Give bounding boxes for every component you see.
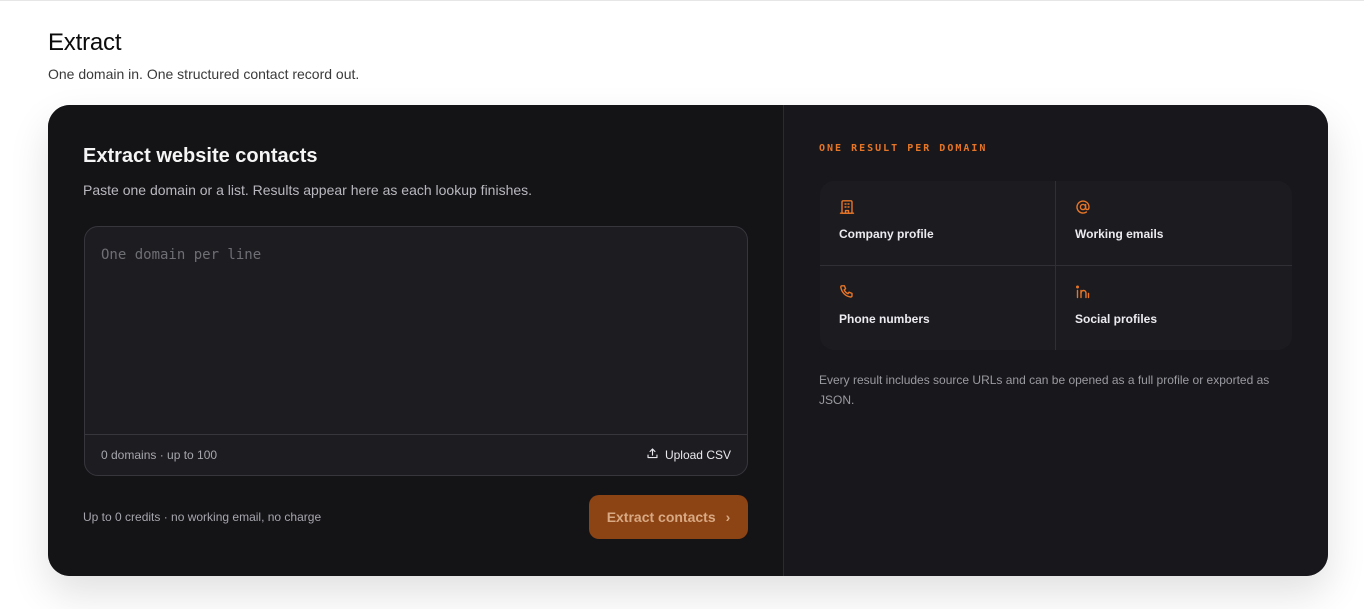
feature-label: Working emails	[1075, 227, 1164, 241]
page-title: Extract	[48, 29, 122, 56]
linkedin-icon	[1075, 284, 1091, 300]
info-panel-kicker: ONE RESULT PER DOMAIN	[819, 143, 988, 154]
page-subtitle: One domain in. One structured contact re…	[48, 66, 360, 82]
extract-contacts-label: Extract contacts	[606, 509, 716, 525]
page-header: Extract One domain in. One structured co…	[48, 29, 359, 82]
extract-card: Extract website contacts Paste one domai…	[48, 105, 1328, 576]
feature-working-emails: Working emails	[1056, 181, 1292, 266]
feature-label: Social profiles	[1075, 311, 1158, 326]
at-sign-icon	[1075, 199, 1091, 215]
domain-input-box: 0 domains · up to 100 Upload CSV	[84, 226, 748, 476]
extract-contacts-button[interactable]: Extract contacts ›	[589, 495, 748, 539]
feature-phone-numbers: Phone numbers	[820, 265, 1056, 350]
upload-csv-label: Upload CSV	[664, 448, 731, 462]
feature-company-profile: Company profile	[820, 181, 1056, 266]
info-panel-note: Every result includes source URLs and ca…	[819, 373, 1270, 407]
feature-label: Phone numbers	[839, 311, 930, 326]
extract-panel-description: Paste one domain or a list. Results appe…	[83, 182, 533, 198]
phone-icon	[839, 284, 855, 300]
extract-panel: Extract website contacts Paste one domai…	[48, 105, 784, 576]
extract-panel-title: Extract website contacts	[83, 145, 318, 167]
building-icon	[839, 199, 855, 215]
chevron-right-icon: ›	[725, 509, 731, 525]
feature-label: Company profile	[839, 227, 934, 241]
upload-csv-button[interactable]: Upload CSV	[646, 447, 731, 463]
upload-icon	[646, 447, 659, 463]
domain-input[interactable]	[85, 227, 747, 434]
feature-social-profiles: Social profiles	[1056, 266, 1292, 351]
domain-count: 0 domains · up to 100	[101, 448, 218, 462]
domain-input-footer: 0 domains · up to 100 Upload CSV	[85, 434, 747, 475]
feature-grid: Company profile Working emails Phone num…	[820, 181, 1292, 350]
credits-note: Up to 0 credits · no working email, no c…	[83, 510, 322, 524]
info-panel: ONE RESULT PER DOMAIN Company profile Wo…	[784, 105, 1328, 576]
